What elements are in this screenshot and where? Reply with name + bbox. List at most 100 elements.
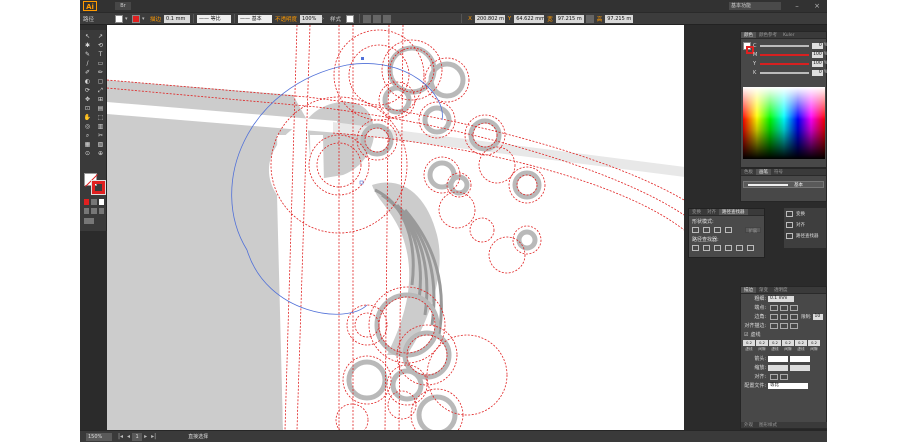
- dashed-checkbox[interactable]: ☑: [744, 332, 748, 338]
- stroke-swatch[interactable]: [132, 14, 141, 23]
- tab-stroke[interactable]: 描边: [741, 287, 756, 293]
- side-item-transform[interactable]: 变换: [784, 208, 826, 219]
- dash-input[interactable]: 0.2: [769, 340, 781, 346]
- graphic-style-swatch[interactable]: [346, 14, 355, 23]
- tool-button[interactable]: ⟳: [82, 87, 93, 95]
- merge-icon[interactable]: [714, 245, 721, 251]
- exclude-icon[interactable]: [725, 227, 732, 233]
- color-channel-row[interactable]: M 100%: [741, 50, 827, 59]
- tool-button[interactable]: ✂: [95, 132, 106, 140]
- link-icon[interactable]: [585, 14, 594, 23]
- tool-button[interactable]: T: [95, 51, 106, 59]
- opacity-label[interactable]: 不透明度: [275, 15, 297, 23]
- opacity-field[interactable]: 100%: [300, 14, 323, 23]
- last-page-icon[interactable]: ▸|: [151, 433, 156, 440]
- tab-symbols[interactable]: 符号: [771, 169, 786, 175]
- tool-button[interactable]: ⬚: [95, 114, 106, 122]
- chevron-down-icon[interactable]: ▾: [125, 15, 130, 23]
- outline-icon[interactable]: [736, 245, 743, 251]
- close-button[interactable]: ×: [813, 2, 821, 10]
- profile-select[interactable]: 等比: [768, 382, 808, 389]
- arrow-end-select[interactable]: [790, 355, 810, 362]
- square-cap-icon[interactable]: [790, 304, 798, 311]
- stroke-red-swatch[interactable]: [91, 180, 106, 195]
- stroke-weight-field[interactable]: 0.1 mm: [164, 14, 191, 23]
- side-item-align[interactable]: 对齐: [784, 219, 826, 230]
- tool-button[interactable]: ◎: [82, 123, 93, 131]
- weight-input[interactable]: 0.1 mm: [768, 295, 794, 302]
- tool-button[interactable]: ✏: [95, 69, 106, 77]
- color-channel-row[interactable]: Y 100%: [741, 59, 827, 68]
- arrow-end-icon[interactable]: [780, 373, 788, 380]
- artwork[interactable]: [107, 25, 684, 430]
- tab-transform[interactable]: 变换: [689, 209, 704, 215]
- tab-graphic-styles[interactable]: 图形样式: [756, 422, 780, 428]
- limit-input[interactable]: 10: [812, 313, 823, 320]
- channel-slider[interactable]: [759, 71, 810, 74]
- channel-value[interactable]: 100: [812, 60, 823, 67]
- brush-item[interactable]: 基本: [743, 181, 824, 188]
- expand-button[interactable]: 扩展: [745, 227, 761, 233]
- tool-button[interactable]: ⤢: [95, 87, 106, 95]
- align-inside-icon[interactable]: [780, 322, 788, 329]
- round-cap-icon[interactable]: [780, 304, 788, 311]
- tab-color[interactable]: 颜色: [741, 32, 756, 38]
- tool-button[interactable]: ⊙: [82, 150, 93, 158]
- cmyk-sliders[interactable]: C 0% M 100% Y 100% K 0%: [741, 41, 827, 77]
- prev-page-icon[interactable]: ◂: [127, 433, 130, 440]
- channel-slider[interactable]: [759, 53, 810, 56]
- tool-button[interactable]: ◐: [82, 78, 93, 86]
- tool-button[interactable]: ⊞: [95, 96, 106, 104]
- tab-align[interactable]: 对齐: [704, 209, 719, 215]
- bridge-button[interactable]: Br: [115, 2, 131, 10]
- tool-button[interactable]: ▧: [95, 141, 106, 149]
- tab-transparency[interactable]: 透明度: [771, 287, 791, 293]
- x-position-field[interactable]: 200.802 m: [474, 14, 505, 23]
- y-position-field[interactable]: 64.622 mm: [514, 14, 545, 23]
- tab-pathfinder[interactable]: 路径查找器: [719, 209, 748, 215]
- miter-join-icon[interactable]: [770, 313, 778, 320]
- stroke-label[interactable]: 描边: [150, 15, 161, 23]
- tool-button[interactable]: ▭: [95, 60, 106, 68]
- bevel-join-icon[interactable]: [790, 313, 798, 320]
- tab-swatches[interactable]: 色板: [741, 169, 756, 175]
- dash-input[interactable]: 0.2: [756, 340, 768, 346]
- tab-appearance[interactable]: 外观: [741, 422, 756, 428]
- scale-start-input[interactable]: [768, 364, 788, 371]
- tool-button[interactable]: ▦: [82, 141, 93, 149]
- color-channel-row[interactable]: K 0%: [741, 68, 827, 77]
- dash-input[interactable]: 0.2: [808, 340, 820, 346]
- arrow-start-select[interactable]: [768, 355, 788, 362]
- tool-button[interactable]: ✱: [82, 42, 93, 50]
- align-center-icon[interactable]: [770, 322, 778, 329]
- artboard-canvas[interactable]: [107, 25, 684, 430]
- page-field[interactable]: 1: [132, 432, 143, 441]
- tool-button[interactable]: ↖: [82, 33, 93, 41]
- first-page-icon[interactable]: |◂: [118, 433, 123, 440]
- butt-cap-icon[interactable]: [770, 304, 778, 311]
- channel-value[interactable]: 0: [812, 69, 823, 76]
- workspace-switcher[interactable]: 基本功能: [729, 2, 781, 10]
- minus-back-icon[interactable]: [747, 245, 754, 251]
- minus-front-icon[interactable]: [703, 227, 710, 233]
- tool-button[interactable]: ⌕: [82, 132, 93, 140]
- next-page-icon[interactable]: ▸: [144, 433, 147, 440]
- color-mode-buttons[interactable]: [84, 199, 104, 206]
- dash-input[interactable]: 0.2: [743, 340, 755, 346]
- tab-kuler[interactable]: Kuler: [780, 32, 797, 38]
- tool-button[interactable]: ▥: [95, 123, 106, 131]
- draw-mode-buttons[interactable]: [84, 208, 104, 215]
- tool-button[interactable]: ✐: [82, 69, 93, 77]
- brush-definition[interactable]: —— 基本: [238, 14, 273, 23]
- tool-button[interactable]: ⊡: [82, 105, 93, 113]
- screen-mode-button[interactable]: [84, 218, 104, 225]
- tool-button[interactable]: ▤: [95, 105, 106, 113]
- channel-value[interactable]: 100: [812, 51, 823, 58]
- tool-button[interactable]: ⊕: [95, 150, 106, 158]
- minimize-button[interactable]: –: [793, 2, 801, 10]
- crop-icon[interactable]: [725, 245, 732, 251]
- fill-swatch[interactable]: [115, 14, 124, 23]
- width-field[interactable]: 97.215 m: [555, 14, 584, 23]
- tab-brushes[interactable]: 画笔: [756, 169, 771, 175]
- tool-button[interactable]: ✋: [82, 114, 93, 122]
